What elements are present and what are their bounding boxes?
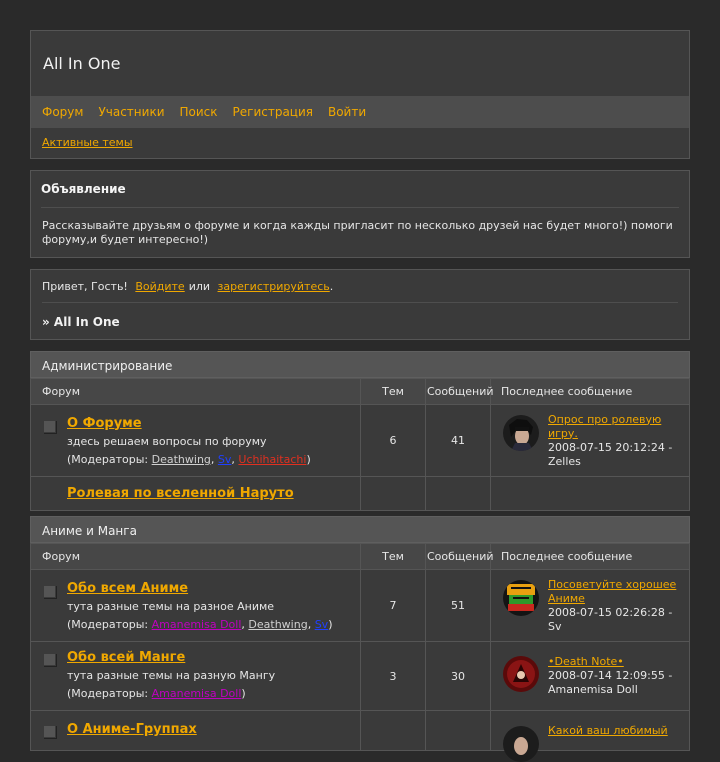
last-post-title-link[interactable]: •Death Note•: [548, 655, 624, 668]
forum-status-icon: [43, 419, 56, 433]
forum-info-cell: Ролевая по вселенной Наруто: [30, 476, 361, 511]
announcement-title: Объявление: [41, 171, 679, 208]
forum-title-link[interactable]: Обо всей Манге: [67, 650, 353, 666]
site-title: All In One: [43, 54, 121, 73]
nav-register[interactable]: Регистрация: [233, 105, 313, 119]
register-link[interactable]: зарегистрируйтесь: [218, 280, 330, 293]
category-title: Администрирование: [30, 351, 690, 378]
user-avatar: [503, 579, 539, 616]
table-header-row: Форум Тем Сообщений Последнее сообщение: [30, 543, 690, 570]
nav-login[interactable]: Войти: [328, 105, 366, 119]
forum-description: здесь решаем вопросы по форуму: [67, 434, 267, 448]
forum-row: О Форуме здесь решаем вопросы по форуму …: [30, 404, 690, 477]
active-topics-link[interactable]: Активные темы: [42, 136, 133, 149]
posts-count: [425, 476, 491, 511]
posts-count: [425, 710, 491, 751]
main-nav: Форум Участники Поиск Регистрация Войти: [31, 96, 689, 128]
last-post-title-link[interactable]: Посоветуйте хорошее Аниме: [548, 578, 676, 605]
moderator-link[interactable]: Sv: [218, 453, 232, 466]
header-topics: Тем: [360, 378, 426, 405]
guest-greeting: Привет, Гость!: [42, 280, 128, 293]
nav-search[interactable]: Поиск: [180, 105, 218, 119]
nav-forum[interactable]: Форум: [42, 105, 83, 119]
forum-moderators: (Модераторы: Amanemisa Doll): [67, 687, 246, 700]
header-posts: Сообщений: [425, 543, 494, 570]
topics-count: 6: [360, 404, 426, 477]
forum-row: Обо всей Манге тута разные темы на разну…: [30, 641, 690, 711]
welcome-line: Привет, Гость! Войдите или зарегистрируйт…: [42, 270, 678, 303]
sub-nav: Активные темы: [31, 128, 689, 158]
table-header-row: Форум Тем Сообщений Последнее сообщение: [30, 378, 690, 405]
forum-status-icon: [43, 584, 56, 598]
forum-status-icon: [43, 725, 56, 738]
forum-row: Ролевая по вселенной Наруто: [30, 476, 690, 511]
moderator-link[interactable]: Deathwing: [248, 618, 307, 631]
user-avatar: [503, 414, 539, 451]
forum-table: Форум Тем Сообщений Последнее сообщение …: [30, 378, 690, 511]
forum-moderators: (Модераторы: Amanemisa Doll, Deathwing, …: [67, 617, 333, 631]
category-title: Аниме и Манга: [30, 516, 690, 543]
category-administration: Администрирование Форум Тем Сообщений По…: [30, 351, 690, 511]
forum-description: тута разные темы на разное Аниме: [67, 599, 275, 613]
last-post-meta: 2008-07-15 20:12:24 - Zelles: [548, 440, 673, 468]
page-wrapper: All In One Форум Участники Поиск Регистр…: [30, 30, 690, 762]
header-forum: Форум: [30, 378, 361, 405]
or-text: или: [188, 280, 211, 293]
category-anime-manga: Аниме и Манга Форум Тем Сообщений Послед…: [30, 516, 690, 762]
header-last-post: Последнее сообщение: [490, 378, 690, 405]
moderator-link[interactable]: Sv: [315, 618, 329, 631]
forum-row: Обо всем Аниме тута разные темы на разно…: [30, 569, 690, 642]
header-last-post: Последнее сообщение: [490, 543, 690, 570]
moderators-label: Модераторы:: [71, 687, 149, 700]
posts-count: 51: [425, 569, 491, 642]
announcement-text: Рассказывайте друзьям о форуме и когда к…: [42, 219, 673, 246]
forum-status-icon: [43, 653, 56, 666]
last-post-cell: Опрос про ролевую игру. 2008-07-15 20:12…: [490, 404, 690, 477]
forum-moderators: (Модераторы: Deathwing, Sv, Uchihaitachi…: [67, 452, 311, 466]
last-post-cell: Какой ваш любимый: [490, 710, 690, 762]
forum-title-link[interactable]: О Аниме-Группах: [67, 722, 353, 738]
forum-description: тута разные темы на разную Мангу: [67, 669, 276, 682]
header-topics: Тем: [360, 543, 426, 570]
moderator-link[interactable]: Amanemisa Doll: [152, 687, 242, 700]
last-post-cell: [490, 476, 690, 511]
moderator-link[interactable]: Uchihaitachi: [238, 453, 306, 466]
forum-title-link[interactable]: Ролевая по вселенной Наруто: [67, 486, 359, 502]
forum-info-cell: Обо всем Аниме тута разные темы на разно…: [30, 569, 361, 642]
topics-count: 7: [360, 569, 426, 642]
topics-count: 3: [360, 641, 426, 711]
forum-info-cell: О Форуме здесь решаем вопросы по форуму …: [30, 404, 361, 477]
forum-info-cell: Обо всей Манге тута разные темы на разну…: [30, 641, 361, 711]
nav-members[interactable]: Участники: [98, 105, 164, 119]
user-avatar: [503, 725, 539, 762]
forum-title-link[interactable]: О Форуме: [67, 416, 353, 432]
last-post-title-link[interactable]: Опрос про ролевую игру.: [548, 413, 661, 440]
forum-info-cell: О Аниме-Группах: [30, 710, 361, 751]
topics-count: [360, 710, 426, 751]
moderator-link[interactable]: Deathwing: [152, 453, 211, 466]
header-posts: Сообщений: [425, 378, 494, 405]
breadcrumb: » All In One: [42, 315, 120, 329]
last-post-title-link[interactable]: Какой ваш любимый: [548, 724, 668, 737]
topics-count: [360, 476, 426, 511]
moderators-label: Модераторы:: [71, 452, 149, 466]
header-forum: Форум: [30, 543, 361, 570]
user-avatar: [503, 656, 539, 692]
last-post-cell: •Death Note• 2008-07-14 12:09:55 - Amane…: [490, 641, 690, 711]
forum-row: О Аниме-Группах Какой ваш любимый: [30, 710, 690, 762]
last-post-meta: 2008-07-14 12:09:55 - Amanemisa Doll: [548, 669, 673, 696]
site-header: All In One Форум Участники Поиск Регистр…: [30, 30, 690, 159]
moderator-link[interactable]: Amanemisa Doll: [152, 618, 242, 631]
welcome-box: Привет, Гость! Войдите или зарегистрируйт…: [30, 269, 690, 340]
login-link[interactable]: Войдите: [135, 280, 184, 293]
posts-count: 41: [425, 404, 491, 477]
last-post-meta: 2008-07-15 02:26:28 - Sv: [548, 605, 673, 633]
last-post-cell: Посоветуйте хорошее Аниме 2008-07-15 02:…: [490, 569, 690, 642]
forum-title-link[interactable]: Обо всем Аниме: [67, 581, 353, 597]
posts-count: 30: [425, 641, 491, 711]
announcement-box: Объявление Рассказывайте друзьям о форум…: [30, 170, 690, 258]
moderators-label: Модераторы:: [71, 617, 149, 631]
period-text: .: [329, 280, 334, 293]
